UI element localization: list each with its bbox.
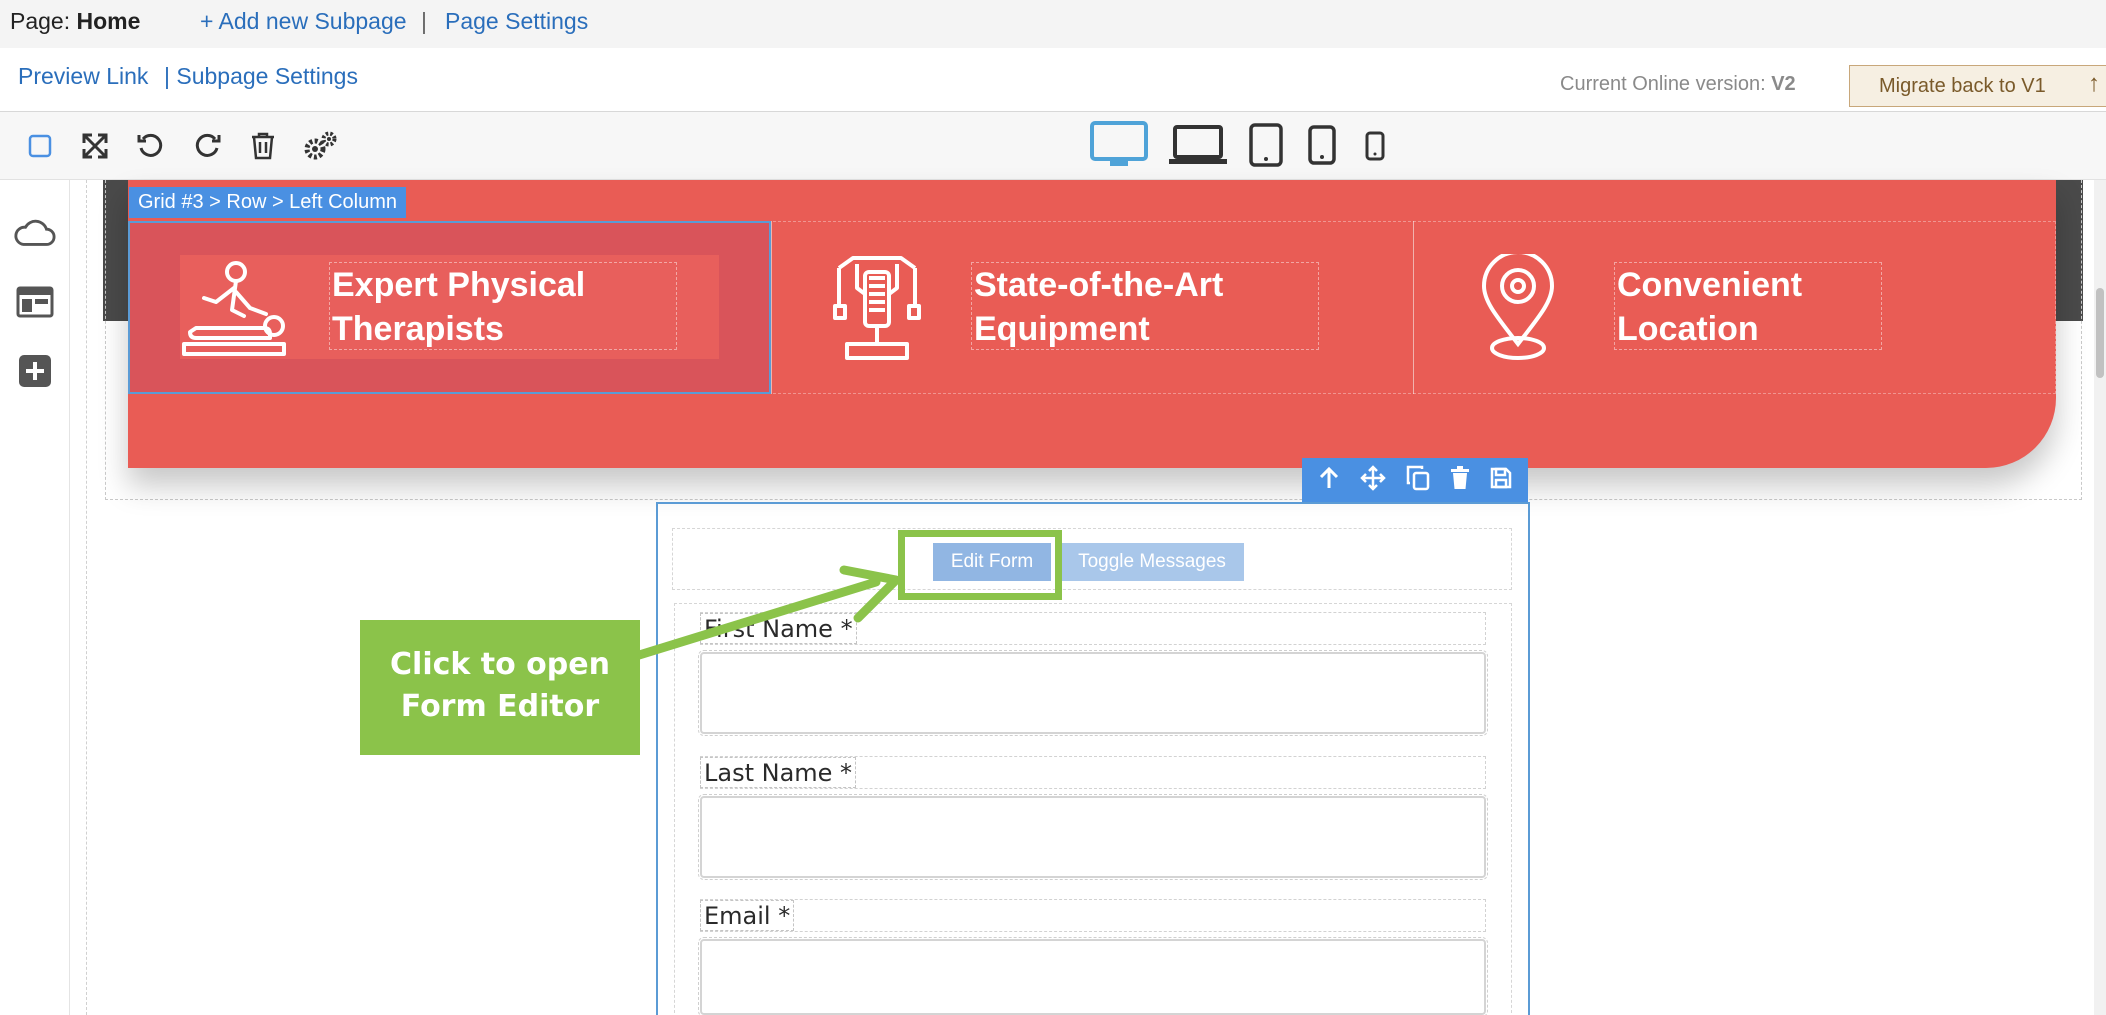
- version-indicator: Current Online version: V2: [1560, 73, 1796, 96]
- email-field[interactable]: [698, 937, 1488, 1015]
- subpage-settings-link[interactable]: | Subpage Settings: [164, 63, 358, 90]
- tablet-icon[interactable]: [1248, 120, 1284, 170]
- gym-machine-icon: [833, 254, 921, 362]
- edit-form-highlight: [898, 530, 1062, 600]
- save-icon[interactable]: [1490, 467, 1512, 494]
- last-name-label: Last Name *: [700, 757, 857, 788]
- migrate-button[interactable]: Migrate back to V1 ↑: [1849, 65, 2106, 107]
- page-prefix: Page:: [10, 8, 77, 34]
- feature-title: Convenient Location: [1614, 262, 1882, 350]
- add-subpage-link[interactable]: + Add new Subpage: [200, 8, 407, 35]
- tablet-small-icon[interactable]: [1306, 122, 1338, 168]
- fullscreen-icon[interactable]: [75, 126, 115, 166]
- settings-icon[interactable]: [300, 126, 340, 166]
- page-settings-link[interactable]: Page Settings: [445, 8, 588, 35]
- callout-line2: Form Editor: [400, 689, 600, 724]
- last-name-field[interactable]: [698, 794, 1488, 880]
- page-name: Home: [76, 8, 141, 34]
- callout-box: Click to open Form Editor: [360, 620, 640, 755]
- email-label: Email *: [700, 900, 795, 931]
- duplicate-icon[interactable]: [1406, 465, 1430, 496]
- feature-title: Expert Physical Therapists: [329, 262, 677, 350]
- drag-move-icon[interactable]: [1360, 464, 1386, 496]
- layout-icon[interactable]: [14, 281, 56, 323]
- cloud-icon[interactable]: [14, 212, 56, 254]
- callout-arrow-icon: [631, 565, 901, 661]
- block-toolbar: [1302, 458, 1528, 502]
- version-label: Current Online version:: [1560, 73, 1772, 95]
- left-sidebar: [0, 180, 70, 1015]
- preview-link[interactable]: Preview Link: [18, 63, 148, 90]
- desktop-icon[interactable]: [1090, 120, 1148, 170]
- breadcrumb[interactable]: Grid #3 > Row > Left Column: [129, 187, 407, 218]
- callout-line1: Click to open: [390, 647, 610, 682]
- feature-title-line2: Therapists: [332, 310, 504, 348]
- trash-icon[interactable]: [243, 126, 283, 166]
- massage-therapist-icon: [180, 258, 288, 356]
- feature-title: State-of-the-Art Equipment: [971, 262, 1319, 350]
- version-value: V2: [1771, 73, 1796, 95]
- editor-toolbar: [0, 112, 2106, 180]
- mobile-icon[interactable]: [1362, 126, 1388, 166]
- laptop-icon[interactable]: [1167, 120, 1229, 170]
- redo-icon[interactable]: [187, 126, 227, 166]
- feature-title-line1: State-of-the-Art: [974, 266, 1224, 304]
- migrate-label: Migrate back to V1: [1879, 75, 2046, 97]
- select-icon[interactable]: [20, 126, 60, 166]
- page-indicator: Page: Home: [10, 8, 140, 35]
- separator: |: [421, 8, 427, 34]
- top-bar: Page: Home + Add new Subpage | Page Sett…: [0, 0, 2106, 48]
- field-label-row: [700, 899, 1486, 932]
- scrollbar-thumb[interactable]: [2096, 288, 2104, 378]
- location-pin-icon: [1478, 250, 1558, 362]
- feature-title-line1: Expert Physical: [332, 266, 586, 304]
- delete-icon[interactable]: [1450, 465, 1470, 495]
- feature-title-line2: Equipment: [974, 310, 1150, 348]
- feature-title-line1: Convenient: [1617, 266, 1803, 304]
- add-icon[interactable]: [14, 350, 56, 392]
- undo-icon[interactable]: [131, 126, 171, 166]
- toggle-messages-button[interactable]: Toggle Messages: [1060, 543, 1244, 581]
- move-up-icon[interactable]: [1318, 466, 1340, 495]
- arrow-up-icon: ↑: [2088, 70, 2100, 97]
- feature-title-line2: Location: [1617, 310, 1759, 348]
